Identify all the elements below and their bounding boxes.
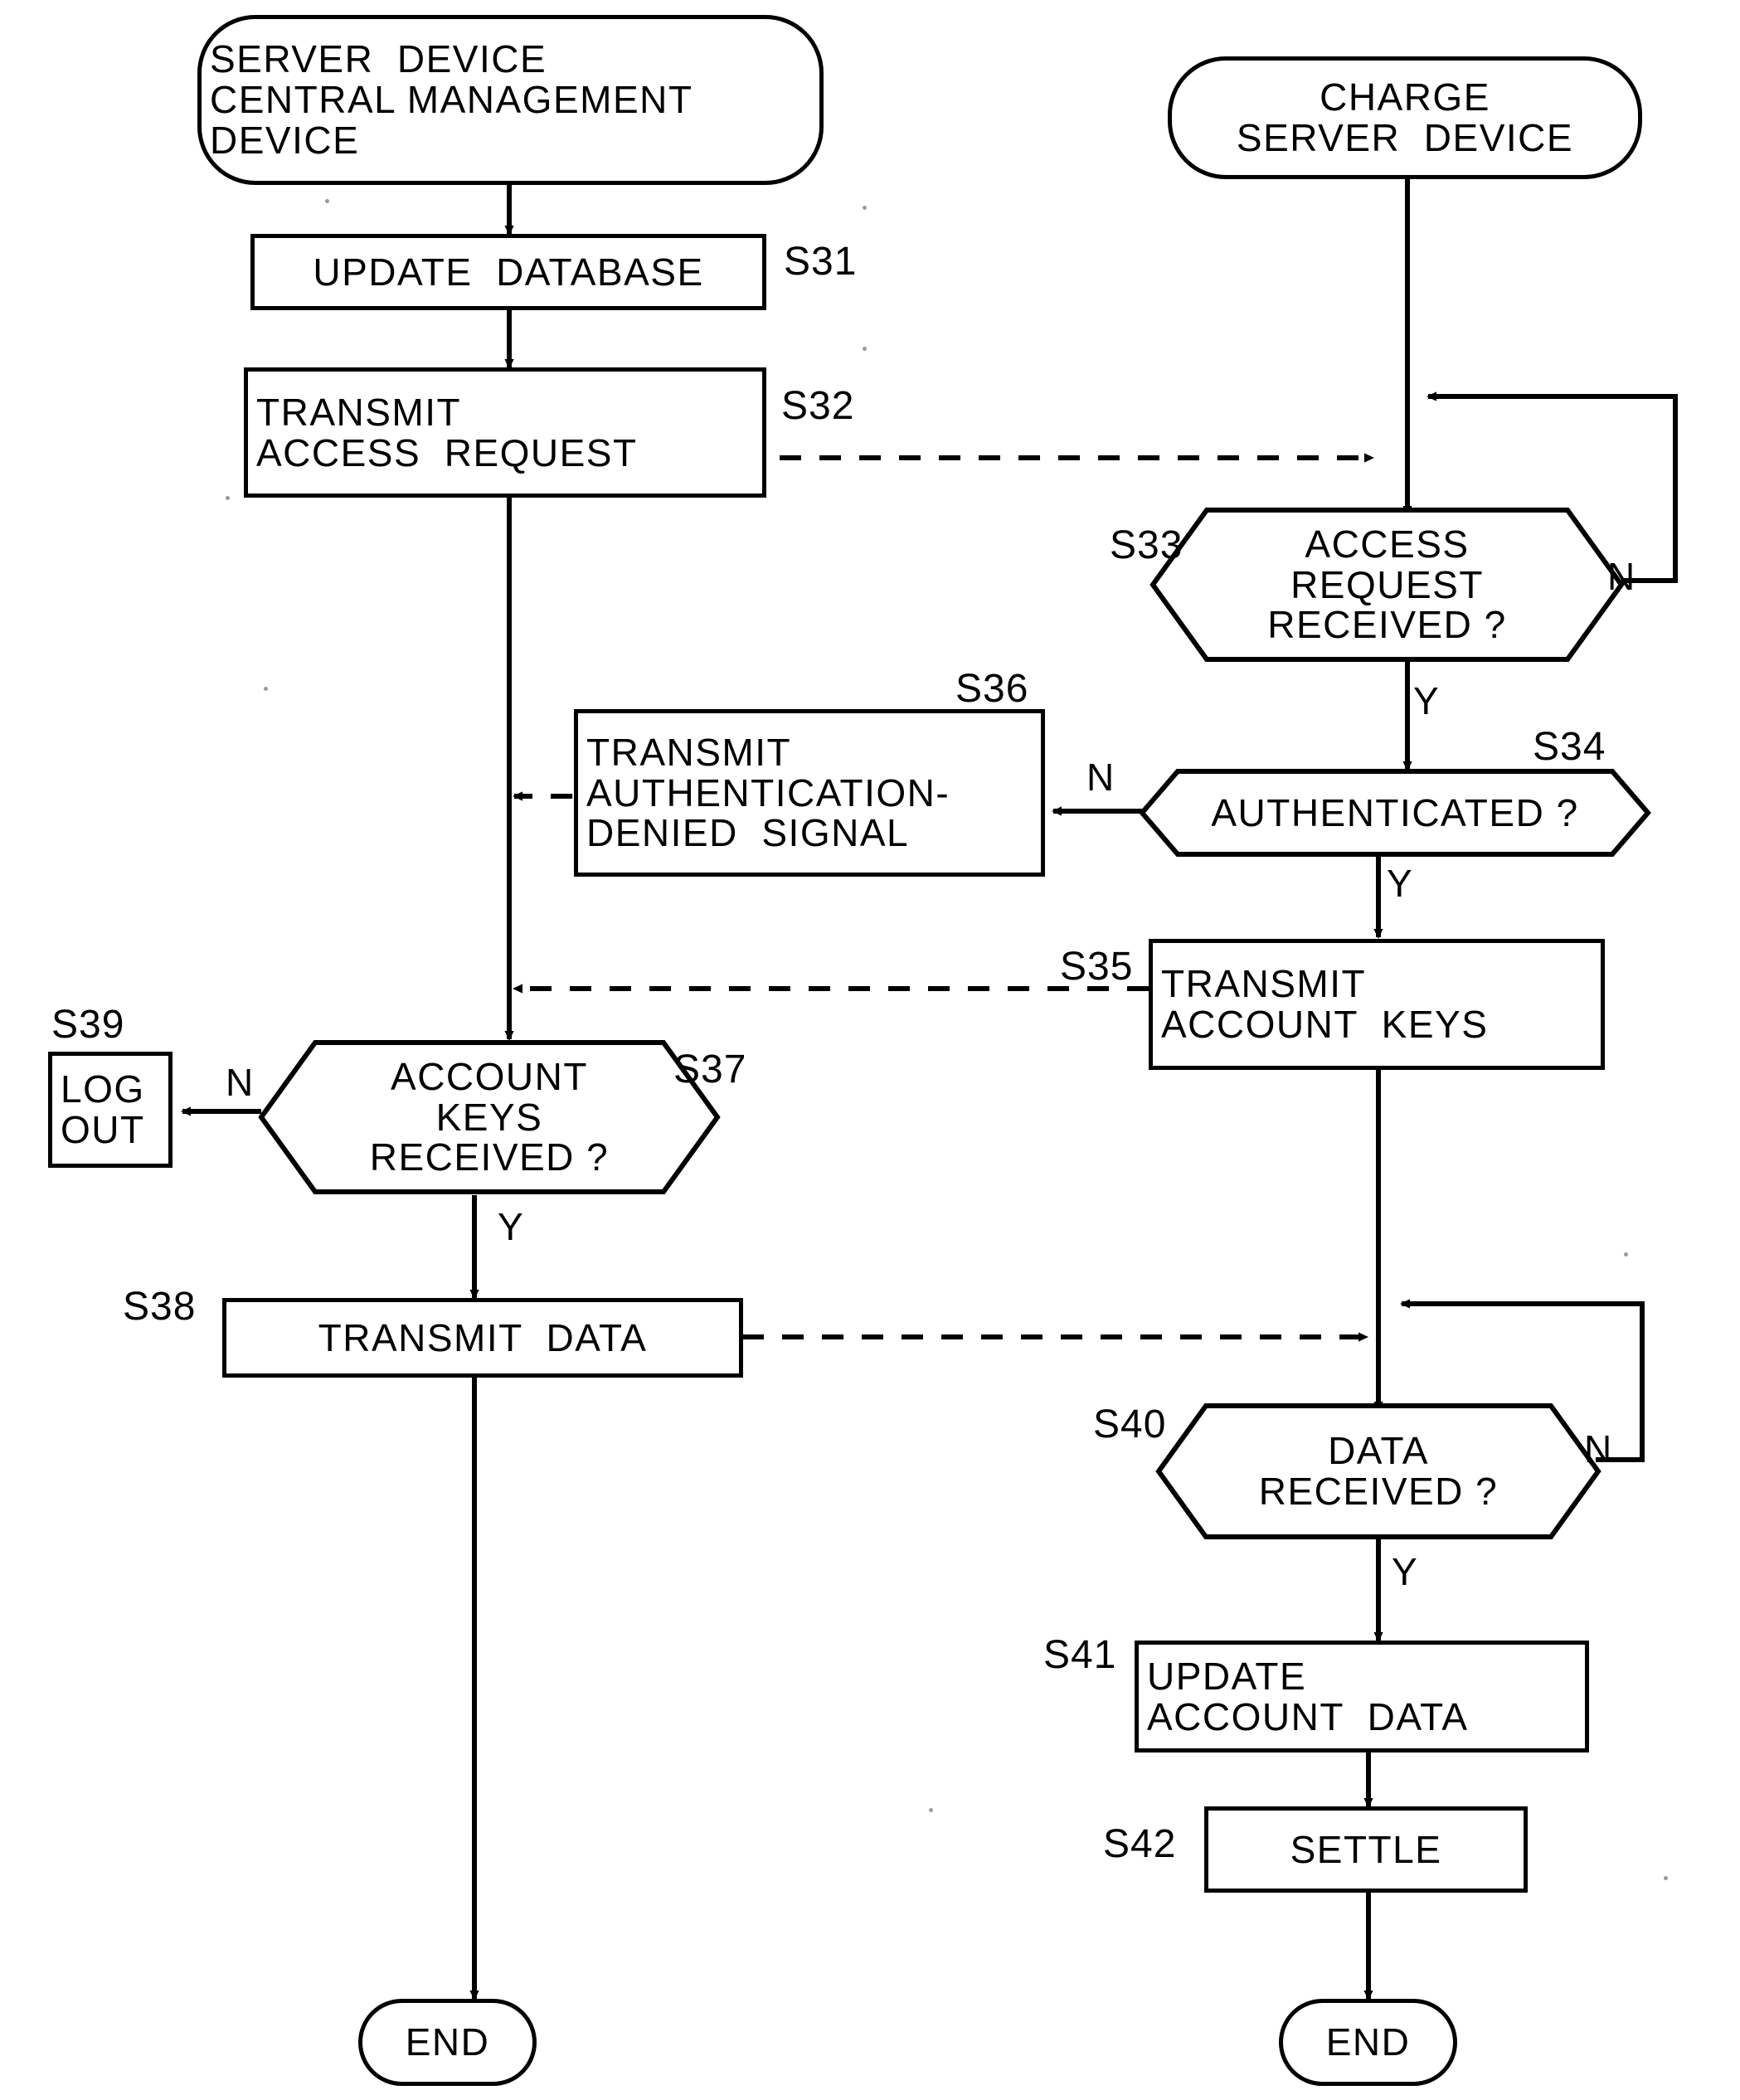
edge-label-s34-no: N [1086,756,1115,799]
node-s35-transmit-account-keys: TRANSMIT ACCOUNT KEYS [1149,939,1605,1070]
node-label-line: ACCOUNT KEYS [1161,1003,1489,1046]
flowchart-canvas: SERVER DEVICE CENTRAL MANAGEMENT DEVICE … [0,0,1740,2100]
node-label-line: DENIED SIGNAL [586,811,910,855]
step-label-s38: S38 [123,1285,197,1329]
node-start-server-device: SERVER DEVICE CENTRAL MANAGEMENT DEVICE [197,15,824,185]
step-label-s31: S31 [784,240,858,284]
node-label-line: AUTHENTICATION- [586,770,950,814]
edge-label-s40-no: N [1584,1427,1613,1470]
step-label-s40: S40 [1093,1402,1167,1446]
edge-label-s33-no: N [1607,555,1636,598]
node-label-line: TRANSMIT [586,730,792,774]
node-label-line: CENTRAL MANAGEMENT [210,78,693,122]
edge-label-s33-yes: Y [1413,679,1440,722]
scan-speck [325,199,329,203]
node-s39-log-out: LOG OUT [48,1052,173,1168]
step-label-s37: S37 [673,1048,747,1091]
node-s34-authenticated: AUTHENTICATED ? [1138,767,1652,858]
node-s31-update-database: UPDATE DATABASE [250,234,766,310]
node-label-line: UPDATE DATABASE [313,250,704,294]
node-label-line: ACCESS REQUEST [256,430,638,474]
node-label-line: CHARGE [1320,75,1490,119]
node-s42-settle: SETTLE [1204,1806,1528,1893]
step-label-s32: S32 [781,384,855,428]
node-s36-transmit-authentication-denied-signal: TRANSMIT AUTHENTICATION- DENIED SIGNAL [574,709,1045,877]
node-label-line: ACCOUNT DATA [1147,1694,1469,1738]
node-s37-account-keys-received: ACCOUNT KEYS RECEIVED ? [257,1038,722,1196]
node-label-line: TRANSMIT DATA [318,1315,648,1359]
node-label-line: TRANSMIT [1161,962,1367,1006]
step-label-s33: S33 [1110,523,1183,567]
node-label-line: END [405,2020,490,2064]
node-label-line: TRANSMIT [256,390,462,434]
node-end-left: END [358,1999,537,2086]
scan-speck [226,496,230,500]
scan-speck [863,206,867,210]
node-label-line: SETTLE [1290,1827,1442,1871]
step-label-s35: S35 [1060,945,1134,989]
step-label-s39: S39 [51,1003,125,1047]
node-s40-data-received: DATA RECEIVED ? [1154,1402,1602,1541]
step-label-s42: S42 [1103,1822,1177,1866]
node-label-line: SERVER DEVICE [210,37,547,81]
node-label-line: OUT [61,1108,145,1151]
node-label-line: LOG [61,1067,145,1111]
node-s41-update-account-data: UPDATE ACCOUNT DATA [1135,1641,1589,1752]
edge-label-s37-no: N [226,1061,255,1104]
edge-label-s40-yes: Y [1392,1550,1418,1593]
scan-speck [929,1808,933,1812]
node-start-charge-server-device: CHARGE SERVER DEVICE [1168,56,1642,179]
step-label-s34: S34 [1533,725,1606,769]
edge-label-s37-yes: Y [498,1205,524,1248]
scan-speck [1664,1876,1668,1880]
edge-label-s34-yes: Y [1387,862,1413,905]
node-end-right: END [1279,1999,1457,2086]
node-label-line: DEVICE [210,118,360,162]
node-s33-access-request-received: ACCESS REQUEST RECEIVED ? [1149,506,1626,664]
node-s32-transmit-access-request: TRANSMIT ACCESS REQUEST [244,367,766,498]
scan-speck [863,347,867,351]
scan-speck [1624,1252,1628,1257]
node-label-line: UPDATE [1147,1654,1307,1698]
scan-speck [264,687,268,691]
step-label-s41: S41 [1043,1633,1117,1677]
node-s38-transmit-data: TRANSMIT DATA [222,1298,743,1378]
node-label-line: END [1325,2020,1411,2064]
step-label-s36: S36 [955,667,1029,711]
node-label-line: SERVER DEVICE [1236,116,1574,159]
